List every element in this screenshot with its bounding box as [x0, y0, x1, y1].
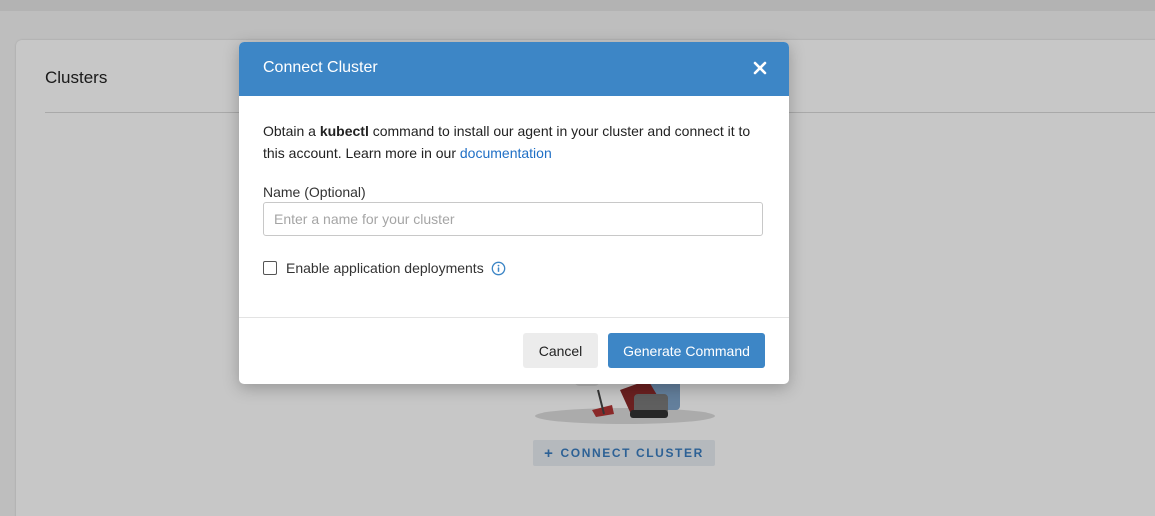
enable-deployments-checkbox[interactable] [263, 261, 277, 275]
cancel-button[interactable]: Cancel [523, 333, 598, 368]
modal-body: Obtain a kubectl command to install our … [239, 96, 789, 276]
close-button[interactable] [751, 59, 769, 77]
close-icon [753, 61, 767, 75]
enable-deployments-label[interactable]: Enable application deployments [286, 260, 484, 276]
name-field-label: Name (Optional) [263, 184, 366, 200]
description-command: kubectl [319, 123, 369, 139]
cluster-name-input[interactable] [263, 202, 763, 236]
documentation-link[interactable]: documentation [460, 145, 552, 161]
footer-divider [239, 317, 789, 318]
modal-header: Connect Cluster [239, 42, 789, 96]
generate-command-button[interactable]: Generate Command [608, 333, 765, 368]
info-icon[interactable] [491, 261, 506, 276]
connect-cluster-modal: Connect Cluster Obtain a kubectl command… [239, 42, 789, 384]
modal-description: Obtain a kubectl command to install our … [263, 120, 765, 164]
modal-title: Connect Cluster [263, 59, 378, 76]
description-prefix: Obtain a [263, 123, 320, 139]
enable-deployments-row: Enable application deployments [263, 260, 765, 276]
